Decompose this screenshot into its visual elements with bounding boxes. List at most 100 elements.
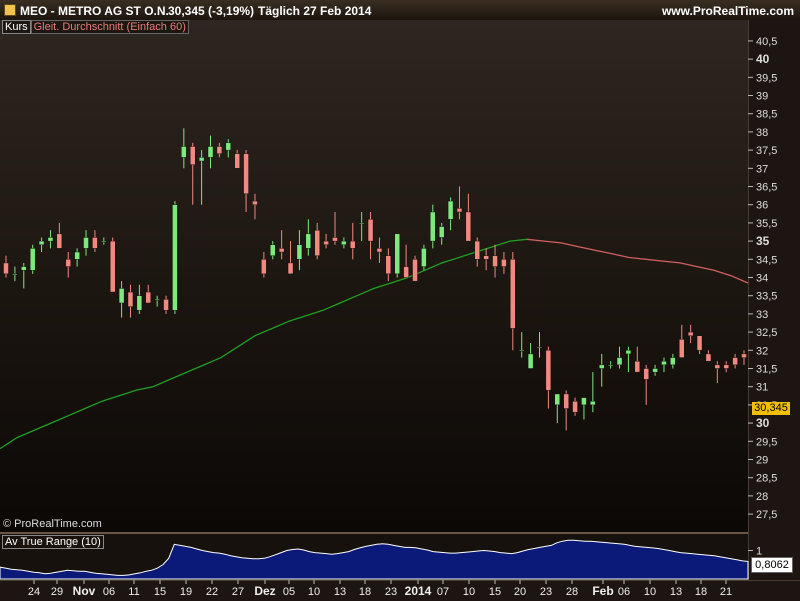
- candle-body: [190, 146, 196, 165]
- y-tick-label: 27,5: [756, 509, 777, 521]
- candle-body: [687, 331, 694, 336]
- candle-body: [741, 353, 747, 358]
- y-tick-label: 36: [756, 200, 768, 212]
- x-tick-label: Nov: [73, 584, 96, 598]
- candle-body: [536, 346, 543, 348]
- x-tick-label: 2014: [405, 584, 432, 598]
- candle-body: [430, 211, 436, 242]
- y-tick-label: 33: [756, 309, 768, 321]
- y-tick-label: 35,5: [756, 218, 777, 230]
- y-tick-label: 32,5: [756, 327, 777, 339]
- candle-body: [287, 262, 294, 275]
- candle-body: [332, 237, 338, 242]
- x-tick-label: 23: [540, 586, 552, 598]
- candle-body: [581, 397, 587, 406]
- candle-body: [154, 299, 160, 301]
- legend-moving-average[interactable]: Gleit. Durchschnitt (Einfach 60): [30, 20, 189, 34]
- x-tick-label: 10: [644, 586, 656, 598]
- y-tick-label: 39,5: [756, 72, 777, 84]
- candlestick-chart: 40,5 40 39,5 39 38,5 38 37,5 37 36,5 36 35,5 35 34,5…: [0, 36, 777, 598]
- y-tick-label: 29,5: [756, 436, 777, 448]
- candle-body: [616, 357, 623, 366]
- x-tick-label: 18: [359, 586, 371, 598]
- y-tick-label: 32: [756, 345, 768, 357]
- x-tick-label: 10: [463, 586, 475, 598]
- candle-body: [47, 237, 54, 242]
- candle-body: [634, 361, 641, 373]
- x-tick-label: 13: [334, 586, 346, 598]
- candle-body: [225, 142, 231, 151]
- candle-body: [261, 259, 267, 275]
- candle-body: [29, 248, 36, 271]
- candle-body: [696, 335, 703, 351]
- y-tick-label: 39: [756, 91, 768, 103]
- x-tick-label: 23: [385, 586, 397, 598]
- current-price-badge: 30,345: [752, 402, 790, 415]
- candle-body: [599, 364, 605, 369]
- candle-body: [172, 204, 178, 311]
- candle-body: [403, 266, 409, 278]
- atr-tick-label: 1: [756, 546, 762, 558]
- copyright: © ProRealTime.com: [3, 518, 102, 530]
- candle-body: [510, 259, 516, 329]
- candle-body: [501, 259, 507, 267]
- x-tick-label: 10: [308, 586, 320, 598]
- x-tick-label: 24: [28, 586, 40, 598]
- candle-body: [216, 146, 223, 154]
- candle-body: [474, 240, 480, 260]
- candle-body: [74, 251, 80, 260]
- y-tick-label: 37: [756, 163, 768, 175]
- y-tick-label: 34,5: [756, 254, 777, 266]
- candle-body: [545, 350, 552, 391]
- y-tick-label: 31,5: [756, 363, 777, 375]
- candle-body: [527, 353, 534, 369]
- atr-label[interactable]: Av True Range (10): [2, 535, 104, 549]
- candle-body: [65, 259, 71, 267]
- candle-body: [519, 350, 525, 352]
- candle-body: [305, 233, 312, 249]
- candle-body: [358, 222, 365, 225]
- candle-body: [572, 401, 578, 413]
- candle-body: [270, 244, 276, 256]
- candle-body: [83, 237, 89, 249]
- candle-body: [456, 208, 463, 213]
- chart-legend: Kurs Gleit. Durchschnitt (Einfach 60): [2, 20, 189, 34]
- candle-body: [376, 248, 383, 253]
- candle-body: [3, 262, 9, 275]
- candle-body: [367, 219, 374, 242]
- candle-body: [661, 361, 667, 366]
- y-tick-label: 37,5: [756, 145, 777, 157]
- x-tick-label: 13: [670, 586, 682, 598]
- candle-body: [563, 393, 569, 409]
- candle-body: [56, 233, 63, 249]
- candle-body: [714, 364, 721, 369]
- y-tick-label: 29: [756, 454, 768, 466]
- x-tick-label: 07: [437, 586, 449, 598]
- x-tick-label: 15: [154, 586, 166, 598]
- legend-kurs[interactable]: Kurs: [2, 20, 31, 34]
- y-tick-label: 35: [756, 234, 770, 248]
- candle-body: [127, 291, 134, 307]
- x-tick-label: 27: [232, 586, 244, 598]
- y-tick-label: 40,5: [756, 36, 777, 48]
- candle-body: [412, 259, 418, 282]
- x-tick-label: 19: [180, 586, 192, 598]
- candle-body: [314, 229, 320, 256]
- candle-body: [732, 357, 738, 366]
- candle-body: [296, 244, 303, 260]
- candle-body: [679, 339, 685, 358]
- candle-body: [447, 200, 454, 220]
- candle-body: [92, 237, 98, 249]
- y-tick-label: 36,5: [756, 182, 777, 194]
- candle-body: [438, 226, 445, 238]
- candle-body: [207, 146, 214, 158]
- atr-area: [0, 539, 749, 580]
- candle-body: [118, 288, 125, 304]
- x-tick-label: 06: [103, 586, 115, 598]
- x-tick-label: 28: [566, 586, 578, 598]
- y-tick-label: 38: [756, 127, 768, 139]
- candle-body: [101, 240, 107, 243]
- candle-body: [163, 299, 169, 311]
- x-tick-label: 11: [128, 586, 139, 598]
- candle-body: [323, 240, 329, 245]
